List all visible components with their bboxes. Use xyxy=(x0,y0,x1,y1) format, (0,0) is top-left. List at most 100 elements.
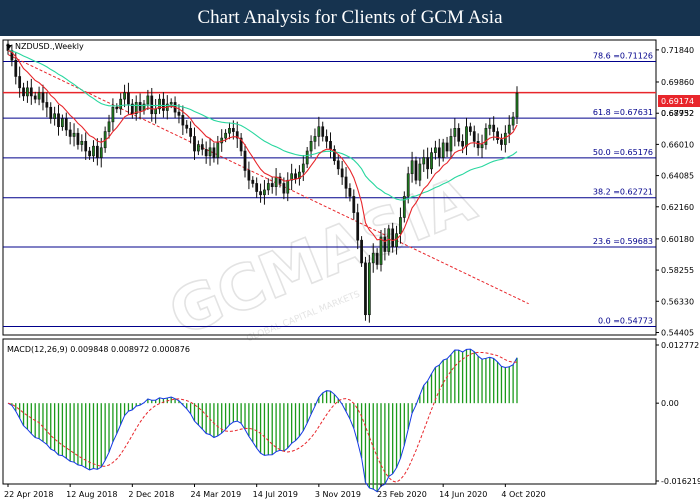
xtick-label: 2 Dec 2018 xyxy=(128,490,174,499)
current-price-label: 0.69174 xyxy=(661,97,694,106)
symbol-label: NZDUSD.,Weekly xyxy=(15,42,84,51)
candle-body xyxy=(181,115,185,126)
candle-body xyxy=(344,176,348,189)
candle-body xyxy=(511,116,515,126)
candle-body xyxy=(231,128,235,132)
candle-body xyxy=(371,252,375,264)
candle-body xyxy=(434,147,437,153)
price-ytick-label: 0.58255 xyxy=(661,266,694,275)
candle-body xyxy=(430,152,433,170)
candle-body xyxy=(492,124,496,132)
price-ytick-label: 0.62160 xyxy=(661,203,694,212)
candle-body xyxy=(465,126,468,147)
candle-body xyxy=(441,142,445,158)
candle-body xyxy=(57,113,60,128)
candle-body xyxy=(340,168,344,178)
candle-body xyxy=(375,252,379,265)
macd-label: MACD(12,26,9) 0.009848 0.008972 0.000876 xyxy=(7,345,190,354)
fib-label-1: 61.8 =0.67631 xyxy=(593,108,653,117)
candle-body xyxy=(472,131,476,142)
candle-body xyxy=(410,160,414,175)
candle-body xyxy=(360,239,363,264)
candle-body xyxy=(453,128,457,137)
candle-body xyxy=(72,132,76,137)
fib-label-0: 78.6 =0.71126 xyxy=(593,51,653,60)
candle-body xyxy=(399,217,402,234)
candle-body xyxy=(162,98,165,111)
candle-body xyxy=(367,262,371,316)
candle-body xyxy=(228,128,231,134)
candle-body xyxy=(406,173,410,197)
candle-body xyxy=(14,59,18,77)
price-ytick-label: 0.71840 xyxy=(661,46,694,55)
candle-body xyxy=(469,126,472,132)
candle-body xyxy=(243,150,247,171)
candle-body xyxy=(461,141,464,147)
candle-body xyxy=(99,147,103,158)
candle-body xyxy=(321,126,325,137)
candle-body xyxy=(391,228,395,247)
candle-body xyxy=(255,183,259,192)
candle-body xyxy=(379,236,383,265)
candle-body xyxy=(457,128,461,142)
candle-body xyxy=(26,87,29,97)
candle-body xyxy=(503,132,507,145)
fib-label-5: 0.0 =0.54773 xyxy=(598,317,653,326)
page-title: Chart Analysis for Clients of GCM Asia xyxy=(0,0,700,36)
candle-body xyxy=(177,111,181,116)
candle-body xyxy=(364,262,367,316)
candle-body xyxy=(49,106,53,119)
candle-body xyxy=(200,144,204,150)
candle-body xyxy=(282,183,286,194)
xtick-label: 22 Apr 2018 xyxy=(4,490,53,499)
candle-body xyxy=(313,136,317,142)
xtick-label: 3 Nov 2019 xyxy=(315,490,361,499)
candle-body xyxy=(414,160,418,181)
candle-body xyxy=(212,147,216,158)
candle-body xyxy=(274,176,278,187)
candle-body xyxy=(88,150,91,157)
candle-body xyxy=(329,141,332,150)
candle-body xyxy=(216,142,220,158)
candle-body xyxy=(185,124,189,129)
xtick-label: 23 Feb 2020 xyxy=(377,490,427,499)
candle-body xyxy=(197,144,200,152)
macd-ytick-label: 0.00 xyxy=(661,399,679,408)
candle-body xyxy=(480,144,484,149)
candle-body xyxy=(224,132,227,139)
candle-body xyxy=(123,92,126,100)
candle-body xyxy=(64,118,68,131)
candle-body xyxy=(61,118,64,128)
candle-body xyxy=(76,132,80,145)
xtick-label: 24 Mar 2019 xyxy=(191,490,242,499)
candle-body xyxy=(383,236,387,252)
candle-body xyxy=(445,142,449,152)
candle-body xyxy=(80,141,84,145)
candle-body xyxy=(18,76,22,89)
candle-body xyxy=(266,183,270,191)
candle-body xyxy=(189,128,192,137)
candle-body xyxy=(270,183,274,187)
candle-body xyxy=(33,95,37,100)
xtick-label: 4 Oct 2020 xyxy=(501,490,545,499)
candle-body xyxy=(45,102,49,108)
candle-body xyxy=(259,191,262,196)
price-ytick-label: 0.60180 xyxy=(661,235,694,244)
candle-body xyxy=(68,129,72,137)
candle-body xyxy=(336,160,340,170)
candle-body xyxy=(107,121,111,132)
candle-body xyxy=(22,87,25,97)
candle-body xyxy=(208,147,212,157)
candle-body xyxy=(449,136,453,152)
candle-body xyxy=(53,113,56,119)
candle xyxy=(414,156,418,185)
candle-body xyxy=(515,92,519,118)
price-ytick-label: 0.69860 xyxy=(661,78,694,87)
price-ytick-label: 0.54405 xyxy=(661,328,694,337)
xtick-label: 12 Aug 2018 xyxy=(66,490,117,499)
candle-body xyxy=(348,188,352,197)
candle-body xyxy=(301,163,305,173)
candle-body xyxy=(325,136,328,142)
candle-body xyxy=(92,145,95,157)
candle-body xyxy=(352,196,356,213)
